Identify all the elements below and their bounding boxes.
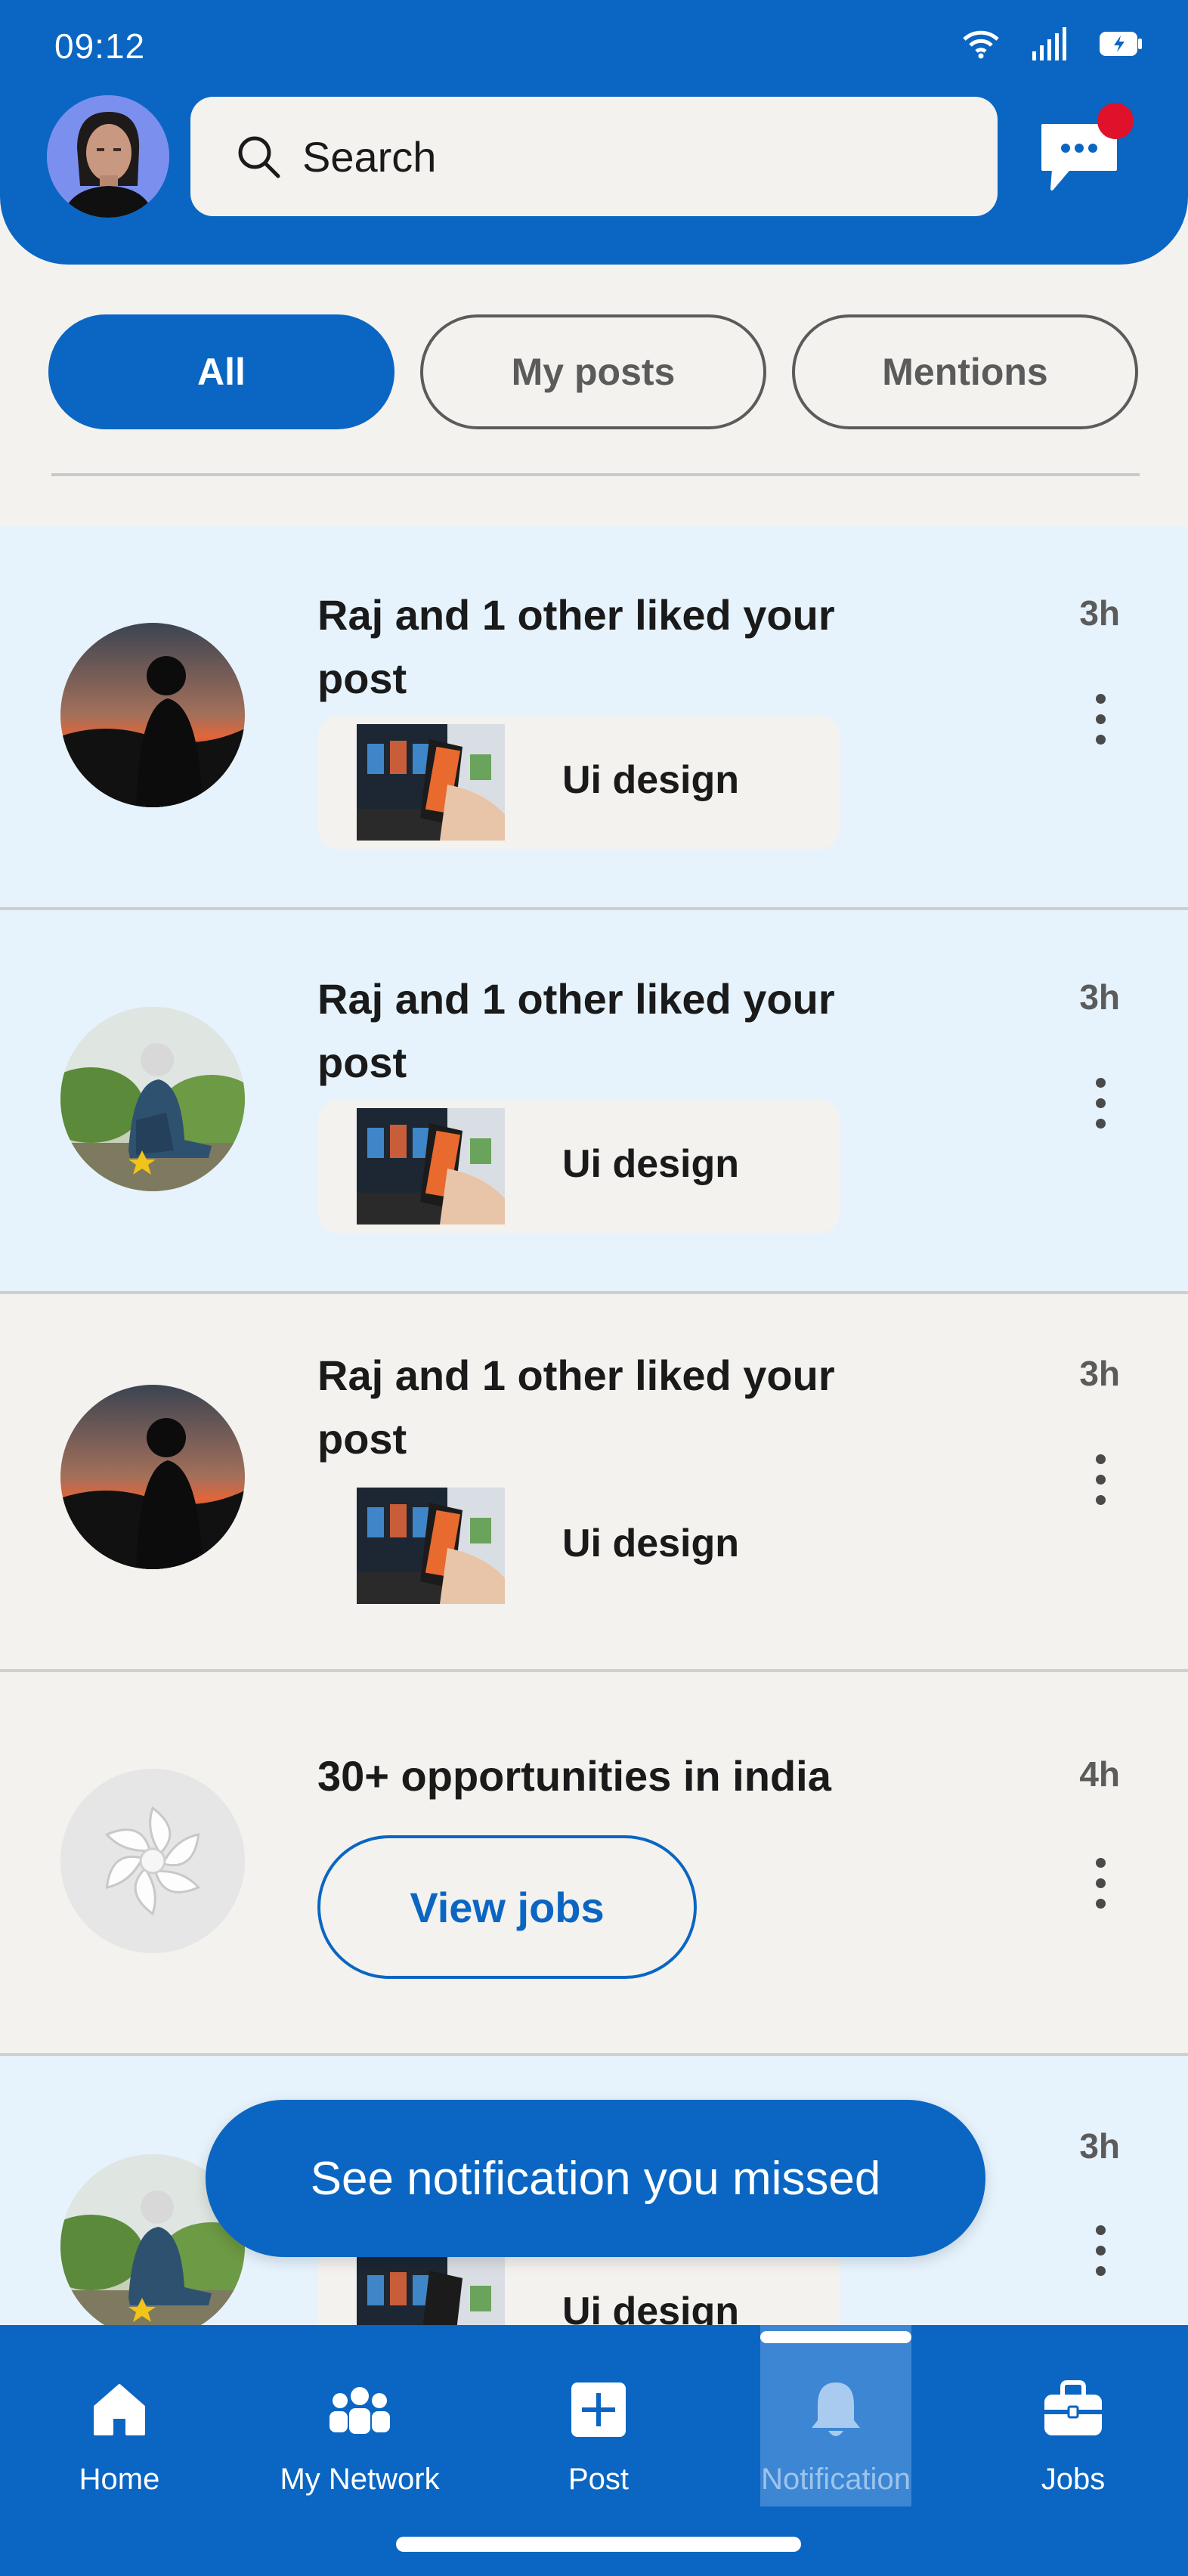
post-thumbnail bbox=[357, 1488, 505, 1604]
tab-mentions[interactable]: Mentions bbox=[792, 314, 1138, 429]
notification-title: Raj and 1 other liked your post bbox=[317, 975, 835, 1086]
filter-tabs: All My posts Mentions bbox=[48, 314, 1138, 429]
notification-time: 4h bbox=[1079, 1754, 1120, 1794]
post-preview[interactable]: Ui design bbox=[317, 715, 840, 850]
notification-item[interactable]: 30+ opportunities in india 4h View jobs bbox=[0, 1672, 1188, 2056]
post-icon bbox=[571, 2382, 626, 2437]
notification-avatar bbox=[60, 1385, 245, 1569]
nav-home-label: Home bbox=[79, 2463, 160, 2496]
more-options-icon[interactable] bbox=[1091, 1454, 1109, 1515]
search-input[interactable]: Search bbox=[190, 97, 998, 216]
view-jobs-button[interactable]: View jobs bbox=[317, 1835, 697, 1979]
home-icon bbox=[94, 2384, 145, 2435]
more-options-icon[interactable] bbox=[1091, 1078, 1109, 1138]
status-icons bbox=[961, 27, 1143, 60]
post-label: Ui design bbox=[562, 1142, 740, 1186]
profile-avatar[interactable] bbox=[47, 95, 169, 218]
wifi-icon bbox=[963, 30, 999, 59]
signal-icon bbox=[1032, 27, 1066, 60]
notification-item[interactable]: Raj and 1 other liked your post 3h Ui de… bbox=[0, 526, 1188, 910]
nav-jobs[interactable]: Jobs bbox=[998, 2325, 1149, 2506]
tab-all[interactable]: All bbox=[48, 314, 394, 429]
notification-time: 3h bbox=[1079, 2126, 1120, 2166]
post-thumbnail bbox=[357, 724, 505, 841]
post-label: Ui design bbox=[562, 758, 740, 802]
search-placeholder: Search bbox=[302, 132, 437, 181]
notification-avatar bbox=[60, 1007, 245, 1191]
post-thumbnail bbox=[357, 1108, 505, 1225]
messages-badge bbox=[1097, 103, 1134, 139]
nav-home[interactable]: Home bbox=[44, 2325, 195, 2506]
nav-my-network-label: My Network bbox=[280, 2463, 440, 2496]
notification-title: 30+ opportunities in india bbox=[317, 1752, 831, 1800]
nav-post[interactable]: Post bbox=[523, 2325, 674, 2506]
post-label: Ui design bbox=[562, 1522, 740, 1565]
notification-title: Raj and 1 other liked your post bbox=[317, 591, 835, 702]
notification-avatar bbox=[60, 1769, 245, 1953]
notification-time: 3h bbox=[1079, 977, 1120, 1017]
tabs-divider bbox=[51, 473, 1140, 476]
search-icon bbox=[238, 136, 280, 178]
nav-post-label: Post bbox=[568, 2463, 630, 2496]
nav-notification-label: Notification bbox=[761, 2463, 911, 2496]
post-preview[interactable]: Ui design bbox=[317, 1478, 840, 1613]
notification-item[interactable]: Raj and 1 other liked your post 3h Ui de… bbox=[0, 910, 1188, 1294]
missed-notifications-toast[interactable]: See notification you missed bbox=[206, 2100, 985, 2257]
app-header: 09:12 Search bbox=[0, 0, 1188, 265]
notification-avatar bbox=[60, 623, 245, 807]
nav-jobs-label: Jobs bbox=[1041, 2463, 1106, 2496]
more-options-icon[interactable] bbox=[1091, 1858, 1109, 1918]
network-icon bbox=[329, 2387, 390, 2434]
notification-time: 3h bbox=[1079, 1354, 1120, 1393]
bell-icon bbox=[812, 2382, 860, 2436]
nav-notification[interactable]: Notification bbox=[760, 2325, 911, 2506]
notification-title: Raj and 1 other liked your post bbox=[317, 1351, 835, 1463]
home-indicator[interactable] bbox=[396, 2537, 801, 2552]
nav-my-network[interactable]: My Network bbox=[280, 2325, 440, 2506]
more-options-icon[interactable] bbox=[1091, 2225, 1109, 2286]
battery-icon bbox=[1100, 32, 1142, 56]
status-time: 09:12 bbox=[54, 26, 146, 66]
tab-my-posts[interactable]: My posts bbox=[420, 314, 766, 429]
notification-time: 3h bbox=[1079, 593, 1120, 633]
jobs-icon bbox=[1044, 2380, 1102, 2435]
active-nav-indicator bbox=[760, 2331, 911, 2343]
more-options-icon[interactable] bbox=[1091, 694, 1109, 754]
notification-item[interactable]: Raj and 1 other liked your post 3h Ui de… bbox=[0, 1294, 1188, 1672]
post-preview[interactable]: Ui design bbox=[317, 1099, 840, 1234]
